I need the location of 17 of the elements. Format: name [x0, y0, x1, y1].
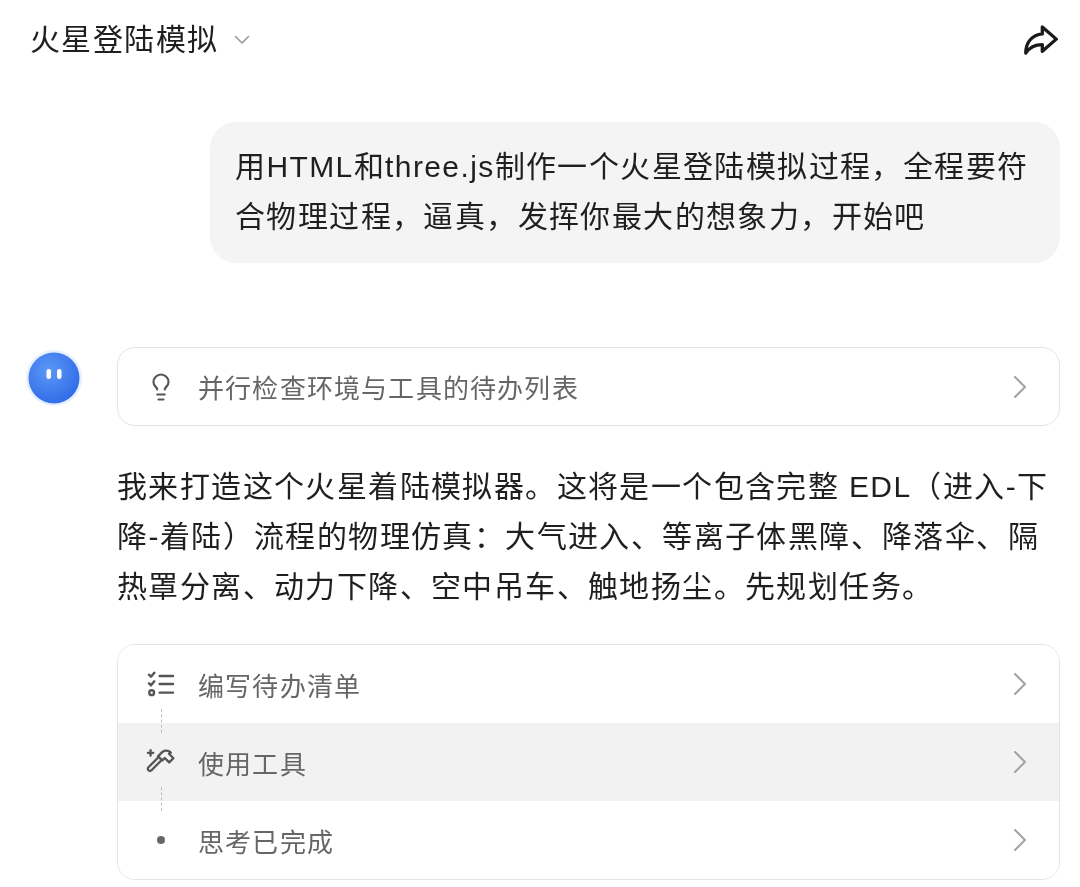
share-icon: [1024, 24, 1058, 56]
conversation-title-button[interactable]: 火星登陆模拟: [30, 20, 251, 60]
share-button[interactable]: [1024, 24, 1058, 56]
dot-icon: [157, 836, 165, 844]
connector-line: [161, 709, 162, 733]
connector-line: [161, 787, 162, 811]
avatar-icon: [26, 350, 82, 406]
chevron-right-icon: [1013, 374, 1027, 399]
checklist-icon: [147, 671, 175, 697]
assistant-reply-text: 我来打造这个火星着陆模拟器。这将是一个包含完整 EDL（进入-下降-着陆）流程的物理仿真：大气进入、等离子体黑障、降落伞、隔热罩分离、动力下降、空中吊车、触地扬尘。先规划任务。: [117, 469, 1050, 605]
chevron-right-icon: [1013, 750, 1027, 774]
chevron-right-icon: [1013, 672, 1027, 696]
caret-icon: [234, 35, 251, 45]
step-row[interactable]: 使用工具: [118, 723, 1059, 801]
user-message-text: 用HTML和three.js制作一个火星登陆模拟过程，全程要符合物理过程，逼真，发挥你最大的想象力，开始吧: [235, 149, 1030, 235]
chevron-right-icon: [1013, 828, 1027, 852]
thought-card[interactable]: 并行检查环境与工具的待办列表: [117, 347, 1060, 426]
